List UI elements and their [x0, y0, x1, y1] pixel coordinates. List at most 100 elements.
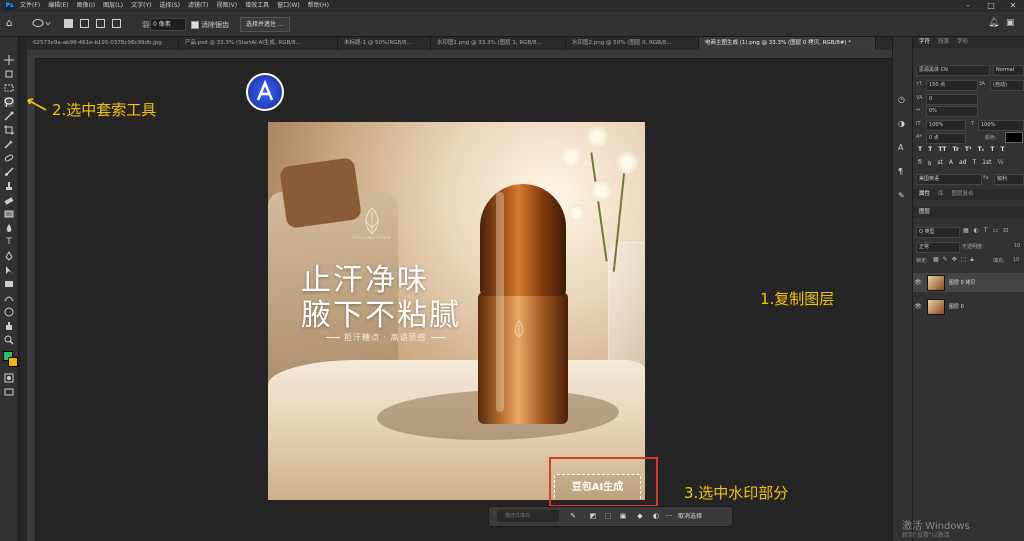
brush-tool-icon[interactable]	[4, 167, 14, 177]
visibility-eye-icon[interactable]: 👁︎	[913, 303, 923, 310]
all-caps-button[interactable]: TT	[938, 146, 946, 153]
eyedropper-tool-icon[interactable]	[4, 139, 14, 149]
ligature-button[interactable]: fi	[918, 159, 922, 167]
mask-icon[interactable]: ▣	[619, 512, 627, 520]
tab-libraries[interactable]: 库	[938, 189, 944, 200]
marquee-tool-icon[interactable]	[4, 83, 14, 93]
move-tool-icon[interactable]	[4, 55, 14, 65]
underline-button[interactable]: T	[990, 146, 994, 153]
character-panel-icon[interactable]: A	[898, 143, 903, 152]
layer-name[interactable]: 图层 0	[949, 303, 964, 310]
lasso-preset-icon[interactable]	[30, 17, 52, 30]
drag-handle-icon[interactable]: ⋮	[492, 511, 498, 522]
menu-view[interactable]: 视图(V)	[216, 0, 237, 12]
tracking-input[interactable]: 0%	[926, 106, 978, 117]
superscript-button[interactable]: T¹	[965, 146, 972, 153]
rectangle-tool-icon[interactable]	[4, 279, 14, 289]
menu-plugins[interactable]: 增效工具	[245, 0, 269, 12]
tab-document[interactable]: 产品.psd @ 33.3% (StartAI AI生成, RGB/8...	[179, 37, 338, 50]
paragraph-panel-icon[interactable]: ¶	[898, 167, 903, 176]
menu-image[interactable]: 图像(I)	[77, 0, 95, 12]
lock-transparency-icon[interactable]: ▦	[933, 256, 939, 264]
zoom-tool-icon[interactable]	[4, 335, 14, 345]
menu-select[interactable]: 选择(S)	[159, 0, 180, 12]
layer-filter-select[interactable]: Q 类型	[916, 227, 960, 238]
lock-all-icon[interactable]: 🔒︎	[970, 256, 973, 264]
hand-tool-icon[interactable]	[4, 321, 14, 331]
menu-window[interactable]: 窗口(W)	[277, 0, 300, 12]
adjustments-icon[interactable]: ◑	[898, 119, 905, 128]
filter-adjust-icon[interactable]: ◐	[974, 227, 979, 234]
stylistic-set-button[interactable]: st	[937, 159, 942, 167]
tab-properties[interactable]: 属性	[919, 189, 930, 200]
tab-document[interactable]: 未标题-1 @ 50%(RGB/8...	[338, 37, 431, 50]
brush-settings-icon[interactable]: ✎	[898, 191, 905, 200]
checkbox-icon[interactable]	[191, 21, 199, 29]
tab-character[interactable]: 字符	[919, 37, 930, 48]
baseline-input[interactable]: 0 点	[926, 133, 966, 144]
faux-bold-button[interactable]: T	[918, 146, 922, 153]
discretionary-ligature-button[interactable]: ꝺ	[928, 159, 932, 167]
history-icon[interactable]: ◷	[898, 95, 905, 104]
background-color-swatch[interactable]	[8, 357, 18, 367]
layer-name[interactable]: 图层 0 拷贝	[949, 279, 975, 286]
antialias-checkbox[interactable]: 消除锯齿	[191, 20, 229, 30]
small-caps-button[interactable]: Tr	[953, 146, 959, 153]
strikethrough-button[interactable]: T	[1000, 146, 1004, 153]
intersect-selection-icon[interactable]	[110, 17, 123, 30]
menu-file[interactable]: 文件(F)	[20, 0, 40, 12]
opacity-value[interactable]: 10	[1014, 243, 1020, 249]
maximize-icon[interactable]: □	[980, 1, 1002, 11]
feather-input[interactable]: 0 像素	[150, 18, 186, 31]
swash-button[interactable]: A	[949, 159, 953, 167]
leading-input[interactable]: (自动)	[990, 80, 1024, 91]
filter-type-icon[interactable]: T	[984, 227, 988, 234]
tab-document[interactable]: 水印图2.png @ 50% (图层 0, RGB/8...	[566, 37, 699, 50]
layer-row[interactable]: 👁︎ 图层 0	[913, 297, 1024, 316]
titling-button[interactable]: ad	[959, 159, 967, 167]
filter-pixel-icon[interactable]: ▦	[963, 227, 969, 234]
invert-selection-icon[interactable]: ⬚	[604, 512, 612, 520]
generative-fill-input[interactable]: 描述式填充	[497, 510, 559, 522]
workspace-icon[interactable]: ▣	[1006, 18, 1015, 28]
horizontal-scale-input[interactable]: 100%	[978, 120, 1024, 131]
font-style-select[interactable]: Normal	[993, 65, 1024, 76]
gradient-tool-icon[interactable]	[4, 209, 14, 219]
tab-document-active[interactable]: 电商主图生成 (1).png @ 33.3% (图层 0 拷贝, RGB/8#)…	[699, 37, 876, 50]
ordinals-button[interactable]: 1st	[982, 159, 991, 167]
visibility-eye-icon[interactable]: 👁︎	[913, 279, 923, 286]
home-icon[interactable]: ⌂	[6, 18, 18, 30]
antialias-select[interactable]: 锐利	[994, 174, 1024, 185]
vertical-scale-input[interactable]: 100%	[926, 120, 966, 131]
deselect-button[interactable]: 取消选择	[678, 511, 702, 520]
close-icon[interactable]: ✕	[1002, 1, 1024, 11]
lasso-tool-icon[interactable]	[4, 97, 14, 108]
kerning-input[interactable]: 0	[926, 94, 978, 105]
bell-icon[interactable]: 🔔︎	[988, 18, 999, 28]
blur-tool-icon[interactable]	[4, 223, 14, 233]
lock-pixels-icon[interactable]: ✎	[943, 256, 948, 264]
type-tool-icon[interactable]: T	[4, 237, 14, 247]
new-selection-icon[interactable]	[62, 17, 75, 30]
clone-stamp-tool-icon[interactable]	[4, 181, 14, 191]
subtract-selection-icon[interactable]	[94, 17, 107, 30]
generate-icon[interactable]: ✎	[569, 512, 577, 520]
tab-document[interactable]: 水印图1.png @ 33.3% (图层 1, RGB/8...	[431, 37, 566, 50]
tab-paragraph[interactable]: 段落	[938, 37, 949, 48]
fill-icon[interactable]: ◆	[636, 512, 644, 520]
menu-layer[interactable]: 图层(L)	[103, 0, 123, 12]
faux-italic-button[interactable]: T	[928, 146, 932, 153]
language-select[interactable]: 美国英语	[916, 174, 982, 185]
filter-smart-icon[interactable]: ⊡	[1003, 227, 1008, 234]
tab-glyphs[interactable]: 字形	[957, 37, 968, 48]
menu-edit[interactable]: 编辑(E)	[48, 0, 68, 12]
artboard-tool-icon[interactable]	[4, 69, 14, 79]
filter-shape-icon[interactable]: ▭	[993, 227, 999, 234]
layer-row[interactable]: 👁︎ 图层 0 拷贝	[913, 273, 1024, 292]
modify-selection-icon[interactable]: ◩	[589, 512, 597, 520]
tab-document[interactable]: 62573e9a-ab98-461e-b195-0378c96c99db.jpg	[27, 37, 179, 50]
text-color-swatch[interactable]	[1005, 132, 1023, 143]
tab-layers[interactable]: 图层	[919, 207, 930, 218]
menu-filter[interactable]: 滤镜(T)	[188, 0, 208, 12]
crop-tool-icon[interactable]	[4, 125, 14, 135]
